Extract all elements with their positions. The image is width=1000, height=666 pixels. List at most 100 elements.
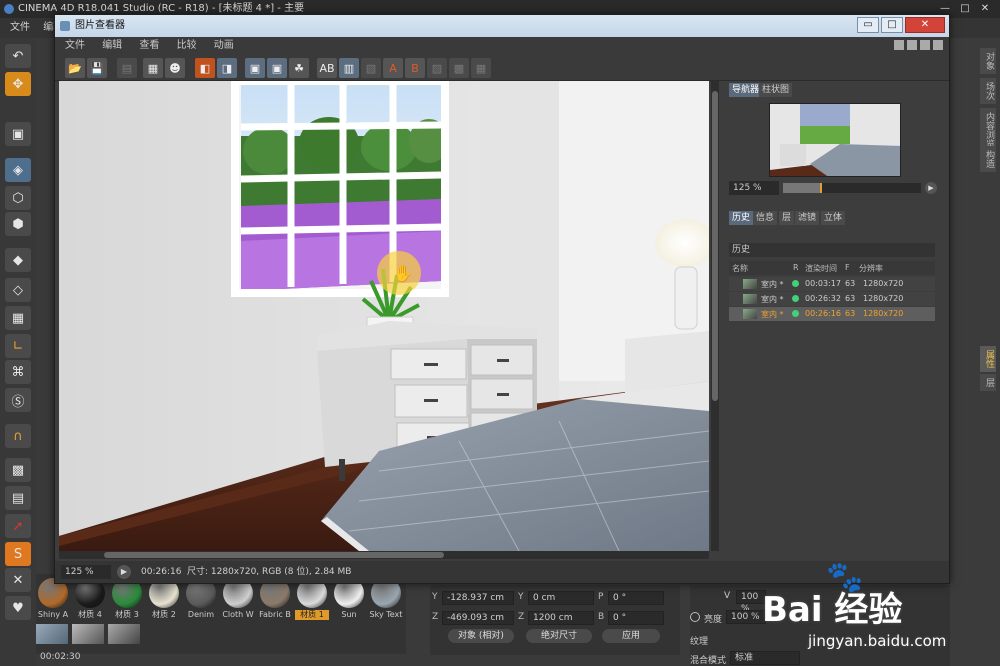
clear-icon[interactable]: ▨ [427,58,447,78]
undo-icon[interactable]: ↶ [5,44,31,68]
edge-icon[interactable]: ⬢ [5,212,31,236]
material-item[interactable]: 材质 4 [73,578,107,620]
tab-attributes[interactable]: 属性 [980,346,996,372]
polygon-icon[interactable]: ◆ [5,248,31,272]
play-icon[interactable]: ▶ [117,565,131,579]
zoom-go-icon[interactable]: ▶ [925,182,937,194]
viewer-minimize-button[interactable]: ▭ [857,17,879,33]
split-icon[interactable]: ▥ [339,58,359,78]
s-snap-icon[interactable]: Ⓢ [5,388,31,412]
material-item[interactable]: Fabric B [258,578,292,620]
s-icon[interactable]: S [5,542,31,566]
save-as-icon[interactable]: ◧ [195,58,215,78]
viewer-menu-edit[interactable]: 编辑 [102,40,122,51]
move-panel-icon[interactable] [920,40,930,50]
material-item[interactable]: Sky Text [369,578,403,620]
viewer-maximize-button[interactable]: □ [881,17,903,33]
close-button[interactable]: ✕ [976,2,994,16]
texture-icon[interactable]: ◈ [5,158,31,182]
coord-mode-dropdown[interactable]: 对象 (相对) [448,629,514,643]
layout-split-icon[interactable] [894,40,904,50]
grid-icon[interactable]: ▦ [5,306,31,330]
rotation-b-field[interactable]: 0 ° [608,611,664,625]
export-icon[interactable]: ◨ [217,58,237,78]
stereo-icon[interactable]: ▩ [449,58,469,78]
expand-icon[interactable] [933,40,943,50]
navigator-zoom-slider[interactable] [783,183,921,193]
l-icon[interactable]: ∟ [5,334,31,358]
material-item[interactable]: Sun [332,578,366,620]
b-icon[interactable]: B [405,58,425,78]
cross-icon[interactable]: ✕ [5,568,31,592]
render-canvas[interactable]: ✋ [59,81,709,551]
move-icon[interactable]: ✥ [5,72,31,96]
tab-layers[interactable]: 层 [980,374,996,391]
ab-icon[interactable]: AB [317,58,337,78]
material-item-selected[interactable]: 材质 1 [295,578,329,620]
tab-objects[interactable]: 对象 [980,48,996,74]
history-row[interactable]: 室内 * 00:03:17 63 1280x720 [729,277,935,291]
navigator-preview[interactable] [769,103,901,177]
viewer-menu-compare[interactable]: 比较 [177,40,197,51]
size-z-field[interactable]: 1200 cm [528,611,594,625]
open-icon[interactable]: 📂 [65,58,85,78]
size-y-field[interactable]: 0 cm [528,591,594,605]
tab-info[interactable]: 信息 [753,211,778,225]
position-z-field[interactable]: -469.093 cm [442,611,514,625]
model-icon[interactable]: ▣ [5,122,31,146]
material-thumb[interactable] [72,624,104,644]
tab-filters[interactable]: 滤镜 [795,211,820,225]
position-y-field[interactable]: -128.937 cm [442,591,514,605]
copy-icon[interactable]: ▤ [117,58,137,78]
vertical-scroll-thumb[interactable] [712,91,718,401]
horizontal-scroll-thumb[interactable] [104,552,444,558]
viewer-menu-animation[interactable]: 动画 [214,40,234,51]
maximize-button[interactable]: □ [956,2,974,16]
filter-icon[interactable]: ▧ [361,58,381,78]
compare-b-icon[interactable]: ▣ [267,58,287,78]
render-region-icon[interactable]: ▦ [143,58,163,78]
horizontal-scrollbar[interactable] [59,551,709,559]
save-icon[interactable]: 💾 [87,58,107,78]
layout-single-icon[interactable] [907,40,917,50]
checker-icon[interactable]: ▩ [5,458,31,482]
material-thumb[interactable] [108,624,140,644]
grid2-icon[interactable]: ▤ [5,486,31,510]
tab-takes[interactable]: 场次 [980,78,996,104]
tab-histogram[interactable]: 柱状图 [759,83,793,97]
tab-layers[interactable]: 层 [779,211,795,225]
tab-structure[interactable]: 构造 [980,146,996,172]
rotation-p-field[interactable]: 0 ° [608,591,664,605]
viewer-menu-file[interactable]: 文件 [65,40,85,51]
zoom-dropdown[interactable]: 125 % [61,565,111,579]
material-item[interactable]: 材质 2 [147,578,181,620]
material-thumb[interactable] [36,624,68,644]
apply-button[interactable]: 应用 [602,629,660,643]
material-item[interactable]: 材质 3 [110,578,144,620]
axis-icon[interactable]: ◇ [5,278,31,302]
material-item[interactable]: Denim [184,578,218,620]
channel-icon[interactable]: ☘ [289,58,309,78]
user-icon[interactable]: ☻ [165,58,185,78]
radio-icon[interactable] [690,612,700,622]
compare-a-icon[interactable]: ▣ [245,58,265,78]
viewer-close-button[interactable]: ✕ [905,17,945,33]
size-mode-dropdown[interactable]: 绝对尺寸 [526,629,592,643]
arrow-icon[interactable]: ➚ [5,514,31,538]
tab-stereo[interactable]: 立体 [821,211,846,225]
material-item[interactable]: Shiny A [36,578,70,620]
viewer-titlebar[interactable]: 图片查看器 ▭ □ ✕ [55,15,949,37]
viewer-menu-view[interactable]: 查看 [139,40,159,51]
navigator-zoom-field[interactable]: 125 % [729,181,779,195]
history-row[interactable]: 室内 * 00:26:32 63 1280x720 [729,292,935,306]
history-row-selected[interactable]: 室内 * 00:26:16 63 1280x720 [729,307,935,321]
zoom-slider-knob[interactable] [820,183,823,193]
brightness-field[interactable]: 100 % [726,610,766,624]
vertical-scrollbar[interactable] [711,81,719,551]
menu-file[interactable]: 文件 [10,22,30,33]
material-item[interactable]: Cloth W [221,578,255,620]
a-icon[interactable]: A [383,58,403,78]
tab-navigator[interactable]: 导航器 [729,83,763,97]
mouse-icon[interactable]: ⌘ [5,360,31,384]
point-icon[interactable]: ⬡ [5,186,31,210]
